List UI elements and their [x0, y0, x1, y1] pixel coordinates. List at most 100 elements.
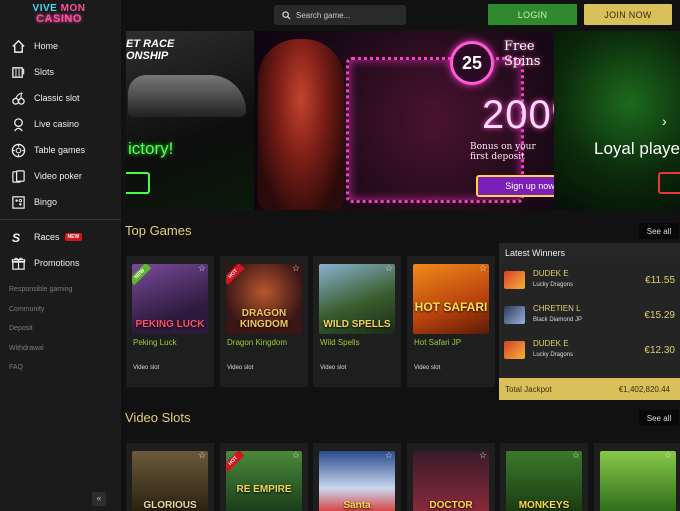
- nav-label: Promotions: [34, 258, 80, 268]
- game-card-wild-spells[interactable]: WILD SPELLS ☆ Wild Spells Video slot: [313, 256, 401, 387]
- game-card[interactable]: HOT RE EMPIRE ☆: [220, 443, 308, 511]
- total-jackpot-bar: Total Jackpot €1,402,820.44: [499, 378, 680, 400]
- jackpot-value: €1,402,820.44: [618, 384, 670, 394]
- home-icon: [10, 38, 26, 54]
- favorite-star-icon[interactable]: ☆: [198, 450, 206, 461]
- nav-item-home[interactable]: Home: [0, 33, 121, 59]
- logo-word-casino: CASINO: [36, 13, 82, 25]
- game-art-title: GLORIOUS: [143, 500, 197, 511]
- free-spins-label: Free Spins: [504, 39, 541, 69]
- slide-button[interactable]: [658, 172, 680, 194]
- favorite-star-icon[interactable]: ☆: [479, 263, 487, 274]
- link-deposit[interactable]: Deposit: [9, 323, 72, 343]
- main-nav: Home Slots Classic slot Live casino Tabl…: [0, 33, 121, 276]
- footer-links: Responsible gaming Community Deposit Wit…: [9, 284, 72, 382]
- winner-name: DUDEK E: [533, 269, 569, 278]
- slide-button[interactable]: [126, 172, 150, 194]
- top-games-see-all-button[interactable]: See all: [639, 223, 679, 239]
- bingo-icon: [10, 194, 26, 210]
- link-community[interactable]: Community: [9, 304, 72, 324]
- search-placeholder: Search game...: [296, 10, 351, 20]
- favorite-star-icon[interactable]: ☆: [664, 450, 672, 461]
- game-thumbnail: NEW PEKING LUCK: [132, 264, 208, 334]
- favorite-star-icon[interactable]: ☆: [292, 263, 300, 274]
- winner-amount: €11.55: [645, 275, 675, 286]
- logo[interactable]: VIVE MON CASINO: [30, 4, 88, 26]
- game-thumbnail: MONKEYS: [506, 451, 582, 511]
- collapse-sidebar-button[interactable]: «: [92, 492, 106, 506]
- winner-name: DUDEK E: [533, 339, 569, 348]
- favorite-star-icon[interactable]: ☆: [385, 263, 393, 274]
- latest-winners-title: Latest Winners: [499, 243, 680, 263]
- header: Search game... LOGIN JOIN NOW: [121, 0, 680, 31]
- game-name: Hot Safari JP: [414, 338, 462, 347]
- dealer-icon: [10, 116, 26, 132]
- winner-amount: €12.30: [644, 345, 675, 356]
- nav-label: Home: [34, 41, 59, 51]
- game-card-peking-luck[interactable]: NEW PEKING LUCK ☆ Peking Luck Video slot: [126, 256, 214, 387]
- nav-item-races[interactable]: S Races NEW: [0, 224, 121, 250]
- nav-item-slots[interactable]: Slots: [0, 59, 121, 85]
- nav-item-promotions[interactable]: Promotions: [0, 250, 121, 276]
- game-thumbnail: HOT RE EMPIRE: [226, 451, 302, 511]
- cards-icon: [10, 168, 26, 184]
- game-card[interactable]: DOCTOR ☆: [407, 443, 495, 511]
- jackpot-label: Total Jackpot: [505, 384, 552, 394]
- game-art-title: HOT SAFARI: [414, 300, 488, 314]
- game-card[interactable]: ☆: [594, 443, 680, 511]
- slide-title: ET RACE ONSHIP: [126, 38, 175, 62]
- game-card-dragon-kingdom[interactable]: HOT DRAGON KINGDOM ☆ Dragon Kingdom Vide…: [220, 256, 308, 387]
- game-thumbnail: DOCTOR: [413, 451, 489, 511]
- slots-icon: [10, 64, 26, 80]
- nav-item-video-poker[interactable]: Video poker: [0, 163, 121, 189]
- favorite-star-icon[interactable]: ☆: [572, 450, 580, 461]
- slide-welcome-bonus[interactable]: 25 Free Spins 200% Bonus on your first d…: [254, 31, 587, 210]
- winner-game: Lucky Dragons: [533, 352, 574, 358]
- next-slide-arrow-icon[interactable]: ›: [662, 113, 667, 129]
- game-card[interactable]: Santa ☆: [313, 443, 401, 511]
- hot-ribbon: HOT: [226, 451, 245, 472]
- game-thumbnail: GLORIOUS: [132, 451, 208, 511]
- search-icon: [282, 10, 291, 20]
- winner-game: Lucky Dragons: [533, 282, 574, 288]
- search-input[interactable]: Search game...: [274, 5, 406, 25]
- game-card[interactable]: GLORIOUS ☆: [126, 443, 214, 511]
- link-withdrawal[interactable]: Withdrawal: [9, 343, 72, 363]
- favorite-star-icon[interactable]: ☆: [292, 450, 300, 461]
- game-art-title: DRAGON KINGDOM: [239, 308, 289, 330]
- favorite-star-icon[interactable]: ☆: [385, 450, 393, 461]
- link-faq[interactable]: FAQ: [9, 362, 72, 382]
- nav-item-bingo[interactable]: Bingo: [0, 189, 121, 215]
- game-name: Dragon Kingdom: [227, 338, 288, 347]
- nav-item-table-games[interactable]: Table games: [0, 137, 121, 163]
- race-car-image: [128, 75, 246, 117]
- link-responsible-gaming[interactable]: Responsible gaming: [9, 284, 72, 304]
- game-thumbnail: Santa: [319, 451, 395, 511]
- slide-text: ictory!: [128, 139, 174, 158]
- gift-icon: [10, 255, 26, 271]
- video-slots-see-all-button[interactable]: See all: [639, 410, 679, 426]
- cherry-icon: [10, 90, 26, 106]
- nav-label: Live casino: [34, 119, 80, 129]
- nav-label: Slots: [34, 67, 55, 77]
- promo-carousel[interactable]: ET RACE ONSHIP ictory! 25 Free Spins 200%…: [126, 31, 680, 210]
- winner-row[interactable]: DUDEK E Lucky Dragons €12.30: [499, 333, 680, 367]
- game-type: Video slot: [227, 365, 254, 371]
- game-card-hot-safari-jp[interactable]: HOT SAFARI ☆ Hot Safari JP Video slot: [407, 256, 495, 387]
- join-now-button[interactable]: JOIN NOW: [584, 4, 672, 25]
- winner-name: CHRETIEN L: [533, 304, 581, 313]
- nav-item-live-casino[interactable]: Live casino: [0, 111, 121, 137]
- game-art-title: DOCTOR: [429, 500, 473, 511]
- top-games-title: Top Games: [125, 223, 192, 238]
- winner-row[interactable]: DUDEK E Lucky Dragons €11.55: [499, 263, 680, 297]
- game-card[interactable]: MONKEYS ☆: [500, 443, 588, 511]
- nav-item-classic-slot[interactable]: Classic slot: [0, 85, 121, 111]
- login-button[interactable]: LOGIN: [488, 4, 577, 25]
- favorite-star-icon[interactable]: ☆: [198, 263, 206, 274]
- winner-row[interactable]: CHRETIEN L Black Diamond JP €15.29: [499, 298, 680, 332]
- favorite-star-icon[interactable]: ☆: [479, 450, 487, 461]
- latest-winners-panel: Latest Winners DUDEK E Lucky Dragons €11…: [499, 243, 680, 400]
- game-type: Video slot: [414, 365, 441, 371]
- slide-race-championship[interactable]: ET RACE ONSHIP ictory!: [126, 31, 254, 210]
- game-thumbnail-icon: [504, 271, 525, 289]
